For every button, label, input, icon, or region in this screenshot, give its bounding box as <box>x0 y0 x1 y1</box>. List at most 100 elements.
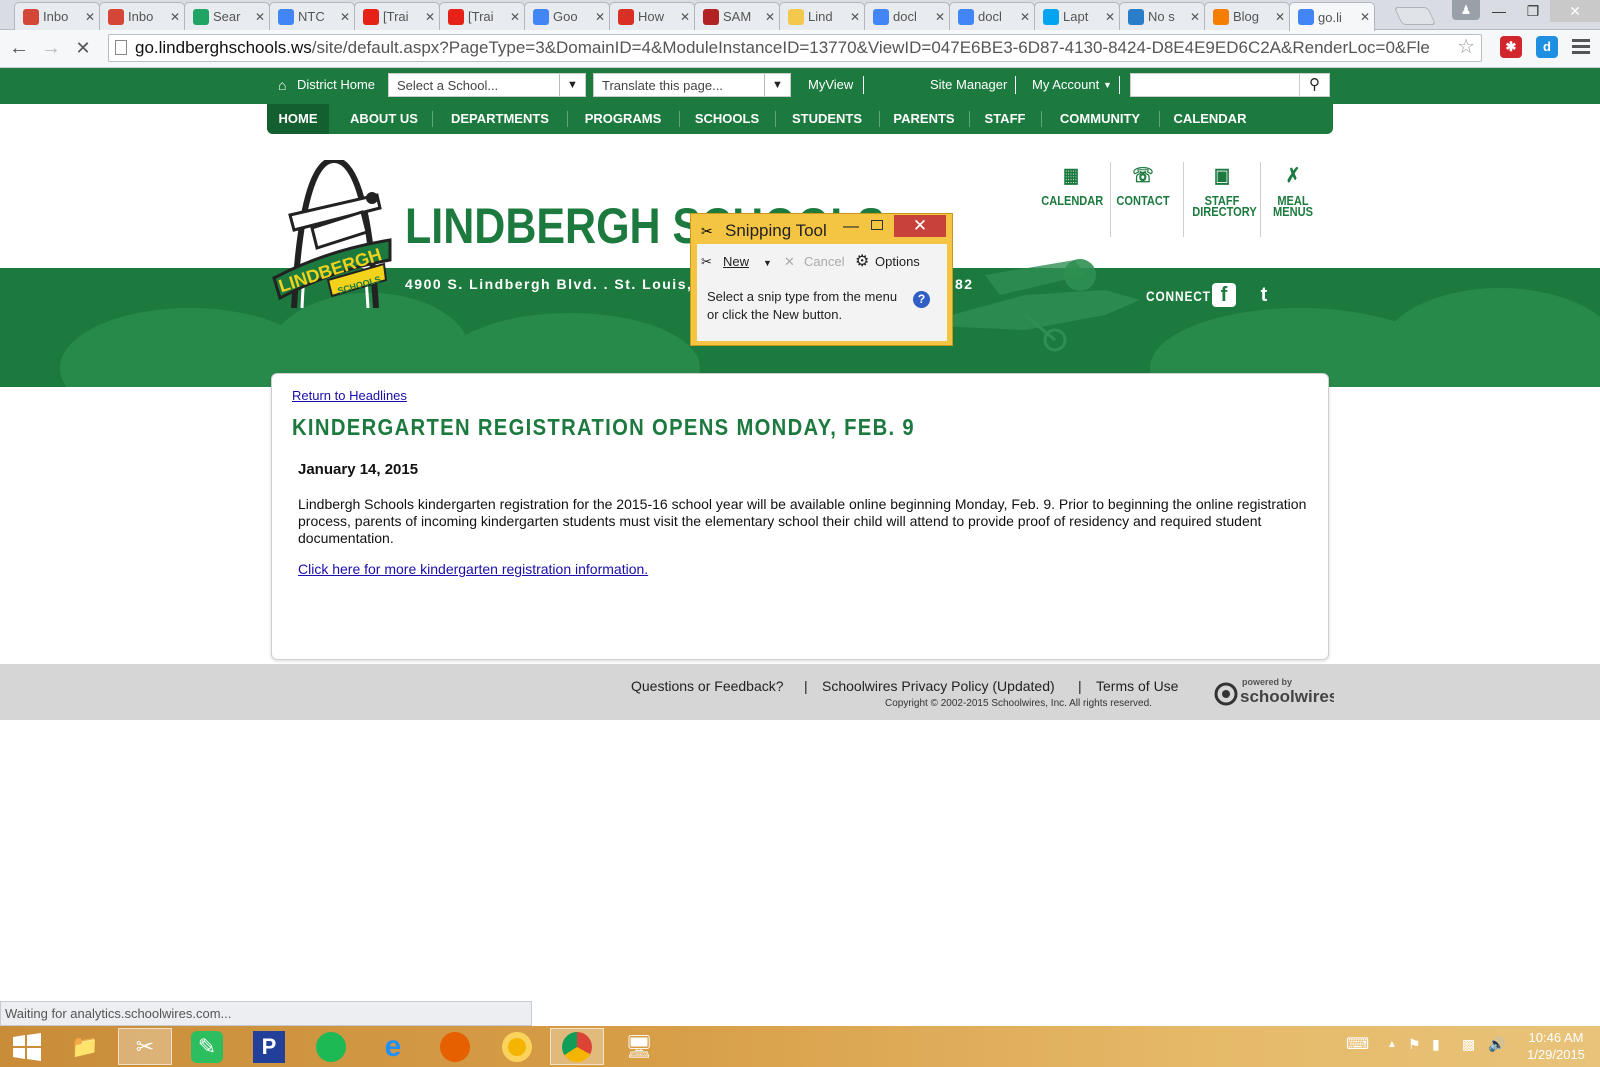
myview-link[interactable]: MyView <box>808 77 853 92</box>
quicklink-meal-menus[interactable]: ✗ MEAL MENUS <box>1262 165 1323 218</box>
new-snip-icon[interactable]: ✂ <box>701 254 712 270</box>
forward-button[interactable]: → <box>40 37 62 59</box>
site-manager-link[interactable]: Site Manager <box>930 77 1007 92</box>
new-snip-button[interactable]: New <box>723 254 749 269</box>
browser-tab[interactable]: Sear ✕ <box>184 2 270 30</box>
browser-tab[interactable]: Lind ✕ <box>779 2 865 30</box>
site-search-input[interactable]: ⚲ <box>1130 73 1330 97</box>
close-button[interactable]: ✕ <box>894 215 946 237</box>
close-tab-icon[interactable]: ✕ <box>340 10 350 24</box>
remote-desktop-icon[interactable]: 🖥 <box>612 1028 666 1065</box>
firefox-icon[interactable] <box>428 1028 482 1065</box>
quicklink-contact[interactable]: ☏ CONTACT <box>1113 165 1173 207</box>
district-home-link[interactable]: District Home <box>297 77 375 92</box>
spotify-icon[interactable] <box>304 1028 358 1065</box>
close-tab-icon[interactable]: ✕ <box>1360 10 1370 24</box>
close-tab-icon[interactable]: ✕ <box>1190 10 1200 24</box>
cancel-button[interactable]: Cancel <box>804 254 844 269</box>
close-tab-icon[interactable]: ✕ <box>1275 10 1285 24</box>
quicklink-calendar[interactable]: ▦ CALENDAR <box>1041 165 1103 207</box>
close-tab-icon[interactable]: ✕ <box>680 10 690 24</box>
close-tab-icon[interactable]: ✕ <box>765 10 775 24</box>
user-profile-icon[interactable]: ♟ <box>1452 0 1480 20</box>
close-window-button[interactable]: ✕ <box>1550 0 1600 22</box>
browser-tab[interactable]: docl ✕ <box>949 2 1035 30</box>
browser-tab[interactable]: Goo ✕ <box>524 2 610 30</box>
school-select[interactable]: Select a School... ▼ <box>388 73 586 97</box>
nav-schools[interactable]: SCHOOLS <box>683 104 771 134</box>
terms-of-use-link[interactable]: Terms of Use <box>1096 678 1178 694</box>
internet-explorer-icon[interactable]: e <box>366 1028 420 1065</box>
snipping-tool-icon[interactable]: ✂ <box>118 1028 172 1065</box>
d-extension-icon[interactable]: d <box>1536 36 1558 58</box>
network-signal-icon[interactable]: ▩ <box>1462 1036 1475 1053</box>
minimize-button[interactable]: — <box>843 218 859 236</box>
nav-staff[interactable]: STAFF <box>973 104 1037 134</box>
search-icon[interactable]: ⚲ <box>1299 74 1329 96</box>
browser-tab[interactable]: Inbo ✕ <box>99 2 185 30</box>
gear-icon[interactable]: ⚙ <box>855 251 869 271</box>
close-tab-icon[interactable]: ✕ <box>850 10 860 24</box>
nav-parents[interactable]: PARENTS <box>883 104 965 134</box>
browser-tab[interactable]: NTC ✕ <box>269 2 355 30</box>
browser-tab[interactable]: [Trai ✕ <box>439 2 525 30</box>
browser-tab[interactable]: How ✕ <box>609 2 695 30</box>
battery-icon[interactable]: ▮ <box>1432 1036 1440 1053</box>
back-button[interactable]: ← <box>8 37 30 59</box>
volume-icon[interactable]: 🔊 <box>1488 1036 1505 1053</box>
nav-about-us[interactable]: ABOUT US <box>339 104 429 134</box>
keyboard-icon[interactable]: ⌨ <box>1346 1034 1369 1054</box>
nav-departments[interactable]: DEPARTMENTS <box>437 104 563 134</box>
translate-select[interactable]: Translate this page... ▼ <box>593 73 791 97</box>
windows-start-icon[interactable] <box>0 1028 54 1065</box>
quicklink-staff-directory[interactable]: ▣ STAFF DIRECTORY <box>1192 165 1256 218</box>
browser-tab[interactable]: go.li ✕ <box>1289 2 1375 31</box>
privacy-policy-link[interactable]: Schoolwires Privacy Policy (Updated) <box>822 678 1055 694</box>
pandora-icon[interactable]: P <box>242 1028 296 1065</box>
lastpass-extension-icon[interactable]: ✱ <box>1500 36 1522 58</box>
close-tab-icon[interactable]: ✕ <box>1020 10 1030 24</box>
more-info-link[interactable]: Click here for more kindergarten registr… <box>298 561 648 577</box>
address-bar[interactable]: go.lindberghschools.ws/site/default.aspx… <box>108 34 1482 62</box>
browser-tab[interactable]: Lapt ✕ <box>1034 2 1120 30</box>
caret-down-icon[interactable]: ▼ <box>763 258 772 268</box>
return-to-headlines-link[interactable]: Return to Headlines <box>292 388 407 403</box>
snipping-tool-window[interactable]: ✂ Snipping Tool — ✕ ✂ New ▼ ✕ Cancel ⚙ O… <box>690 213 953 346</box>
action-center-flag-icon[interactable]: ⚑ <box>1408 1036 1421 1053</box>
home-icon[interactable]: ⌂ <box>278 77 286 93</box>
browser-tab[interactable]: No s ✕ <box>1119 2 1205 30</box>
chrome-menu-icon[interactable] <box>1572 39 1590 57</box>
browser-tab[interactable]: SAM ✕ <box>694 2 780 30</box>
browser-tab[interactable]: Blog ✕ <box>1204 2 1290 30</box>
new-tab-button[interactable] <box>1393 7 1437 25</box>
close-tab-icon[interactable]: ✕ <box>1105 10 1115 24</box>
system-clock[interactable]: 10:46 AM 1/29/2015 <box>1523 1029 1589 1063</box>
close-tab-icon[interactable]: ✕ <box>935 10 945 24</box>
help-icon[interactable]: ? <box>913 291 930 308</box>
close-tab-icon[interactable]: ✕ <box>85 10 95 24</box>
minimize-window-button[interactable]: — <box>1482 0 1516 22</box>
nav-community[interactable]: COMMUNITY <box>1045 104 1155 134</box>
browser-tab[interactable]: [Trai ✕ <box>354 2 440 30</box>
show-hidden-icons-icon[interactable]: ▲ <box>1387 1039 1397 1050</box>
snipping-tool-titlebar[interactable]: ✂ Snipping Tool — ✕ <box>691 214 952 244</box>
my-account-link[interactable]: My Account <box>1032 77 1099 92</box>
browser-tab[interactable]: Inbo ✕ <box>14 2 100 30</box>
close-tab-icon[interactable]: ✕ <box>510 10 520 24</box>
options-button[interactable]: Options <box>875 254 920 269</box>
nav-programs[interactable]: PROGRAMS <box>571 104 675 134</box>
evernote-icon[interactable]: ✎ <box>180 1028 234 1065</box>
maximize-button[interactable] <box>871 220 883 230</box>
twitter-icon[interactable]: t <box>1252 283 1276 307</box>
nav-home[interactable]: HOME <box>267 104 329 134</box>
chrome-icon[interactable] <box>550 1028 604 1065</box>
facebook-icon[interactable]: f <box>1212 283 1236 307</box>
close-tab-icon[interactable]: ✕ <box>595 10 605 24</box>
close-tab-icon[interactable]: ✕ <box>255 10 265 24</box>
stop-loading-button[interactable]: ✕ <box>72 37 94 59</box>
close-tab-icon[interactable]: ✕ <box>425 10 435 24</box>
nav-students[interactable]: STUDENTS <box>779 104 875 134</box>
restore-window-button[interactable]: ❐ <box>1516 0 1550 22</box>
chrome-canary-icon[interactable] <box>490 1028 544 1065</box>
feedback-link[interactable]: Questions or Feedback? <box>631 678 784 694</box>
